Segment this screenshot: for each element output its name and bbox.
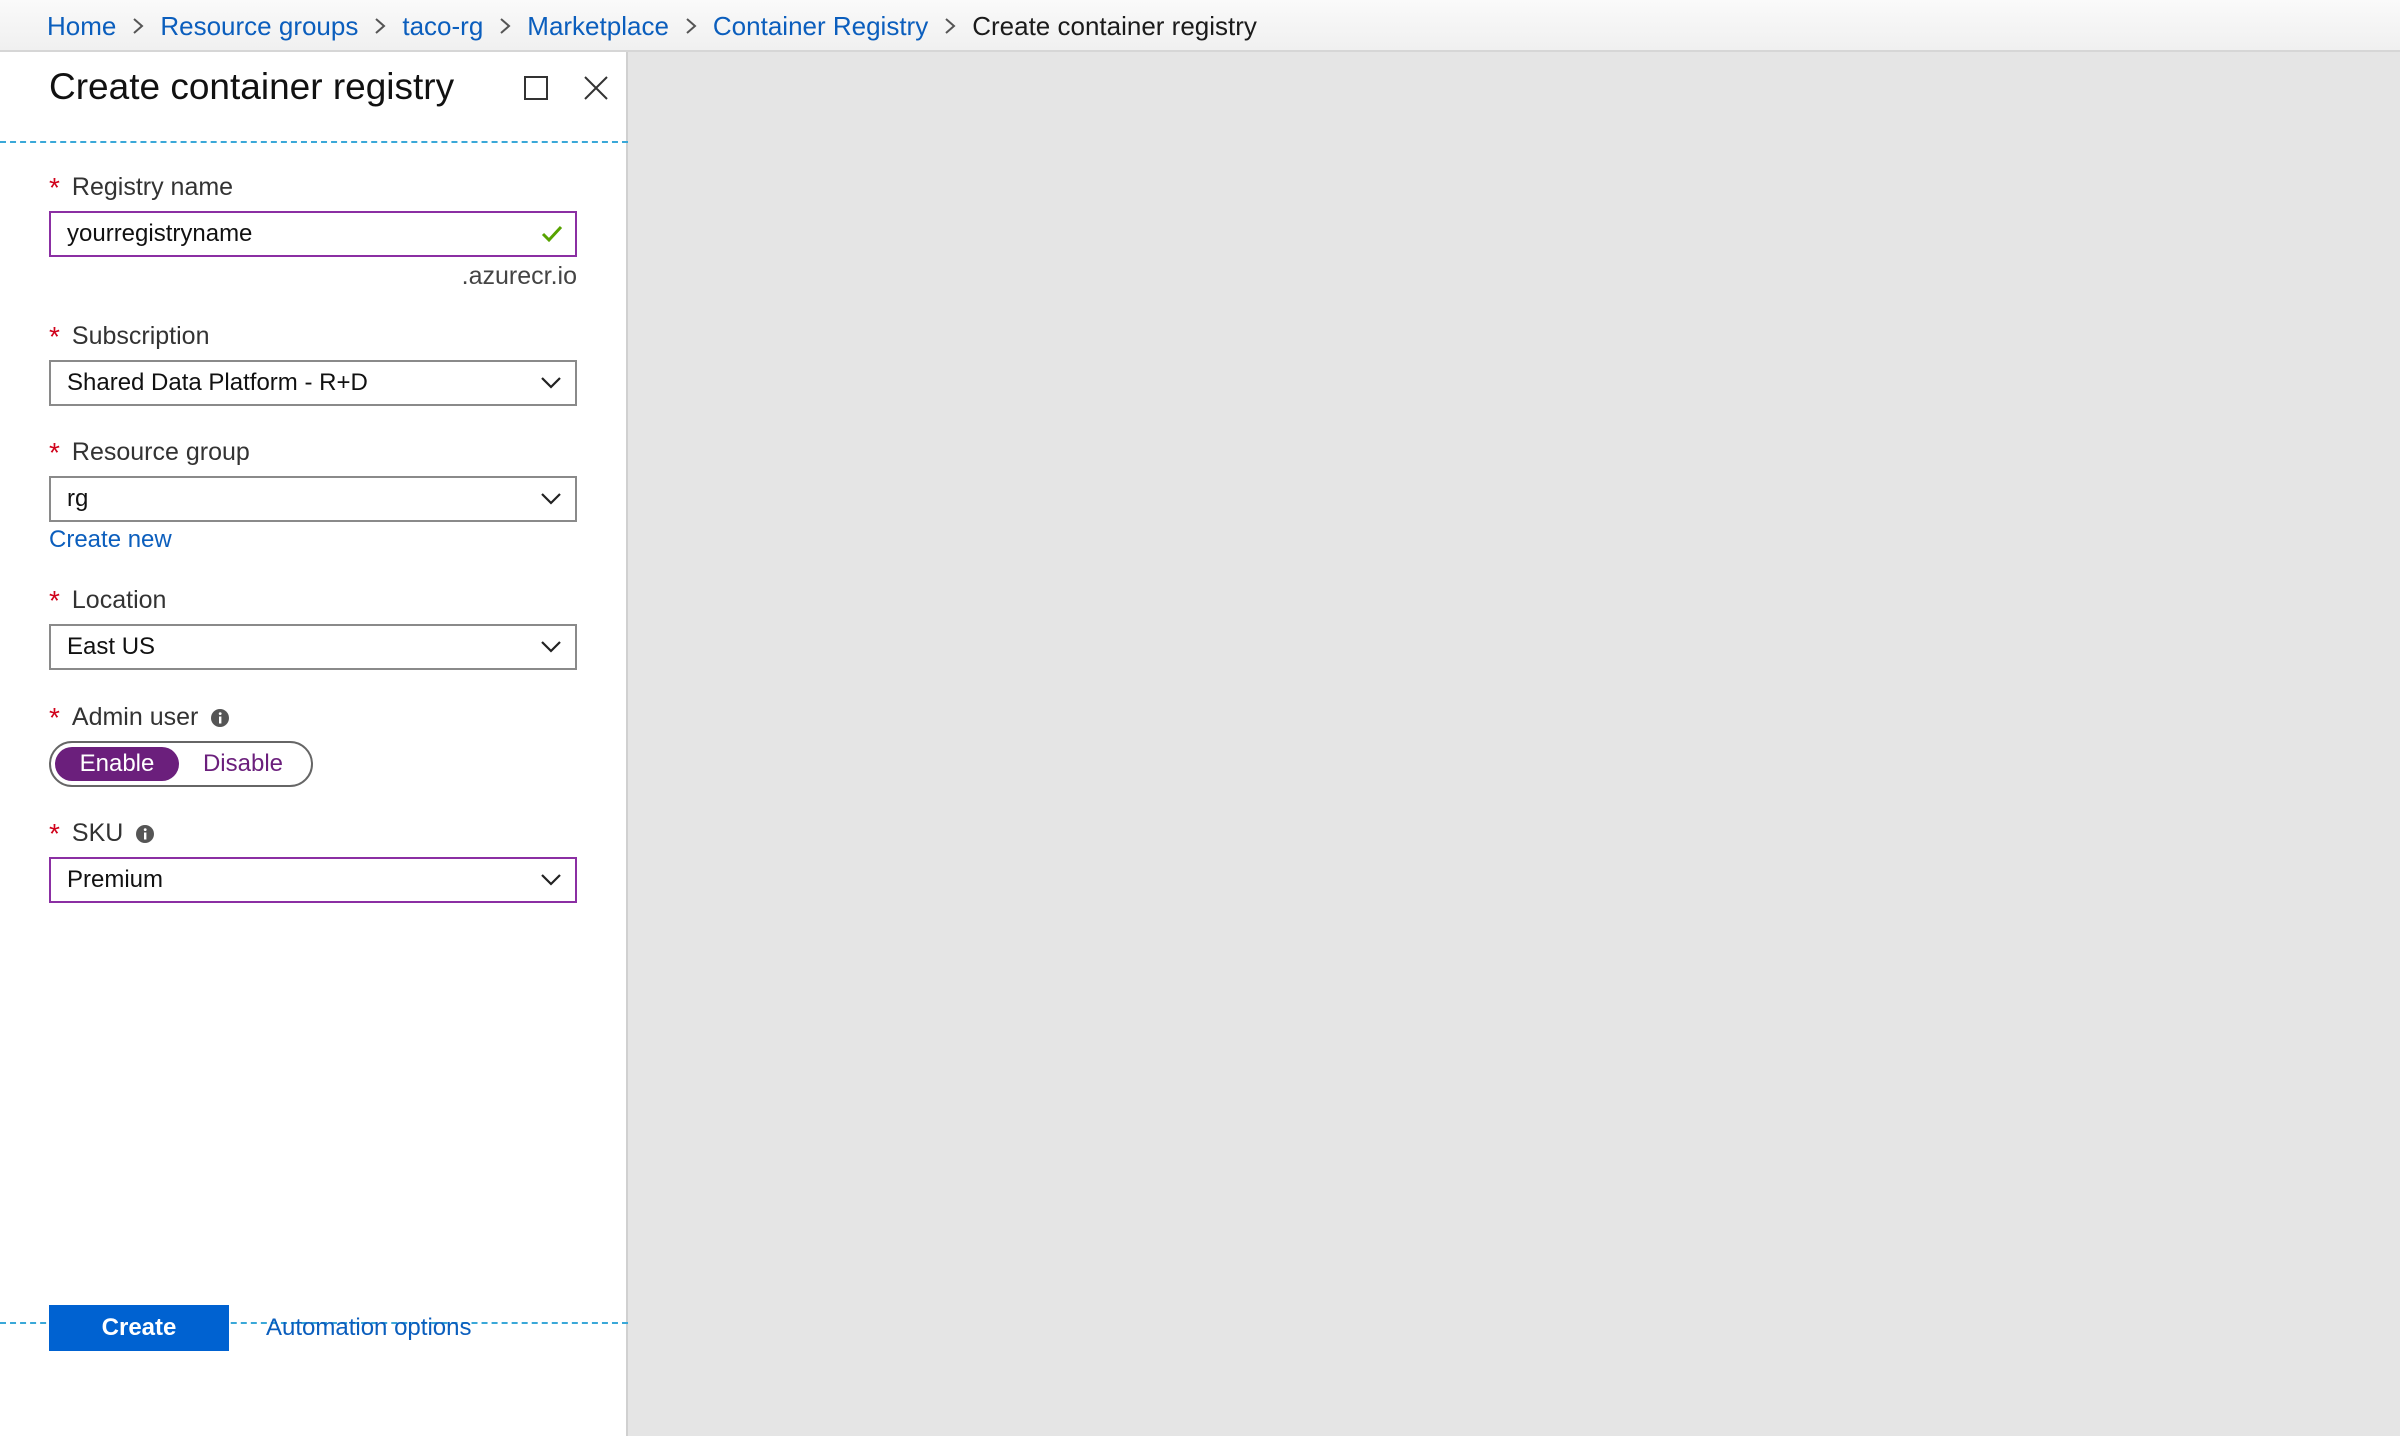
chevron-right-icon — [483, 17, 527, 35]
resource-group-select[interactable]: rg — [49, 476, 577, 522]
create-new-resource-group-link[interactable]: Create new — [49, 526, 172, 554]
location-value: East US — [67, 633, 156, 660]
breadcrumb-container-registry[interactable]: Container Registry — [713, 11, 928, 42]
breadcrumb-home[interactable]: Home — [47, 11, 116, 42]
required-marker: * — [49, 584, 60, 616]
chevron-right-icon — [116, 17, 160, 35]
admin-user-label-text: Admin user — [71, 703, 199, 731]
admin-user-toggle: Enable Disable — [49, 741, 313, 787]
admin-disable-option[interactable]: Disable — [179, 747, 307, 781]
create-button[interactable]: Create — [49, 1305, 229, 1351]
breadcrumb-resource-groups[interactable]: Resource groups — [160, 11, 358, 42]
resource-group-label-text: Resource group — [71, 438, 250, 466]
required-marker: * — [49, 320, 60, 352]
breadcrumb-current: Create container registry — [972, 10, 1257, 41]
blade-title: Create container registry — [49, 66, 455, 107]
required-marker: * — [49, 817, 60, 849]
location-select[interactable]: East US — [49, 624, 577, 670]
registry-name-input[interactable] — [67, 220, 537, 248]
chevron-down-icon — [527, 492, 575, 506]
resource-group-value: rg — [67, 485, 89, 512]
chevron-down-icon — [527, 873, 575, 887]
breadcrumb-taco-rg[interactable]: taco-rg — [402, 11, 483, 42]
required-marker: * — [49, 436, 60, 468]
subscription-value: Shared Data Platform - R+D — [67, 369, 368, 396]
registry-domain-suffix: .azurecr.io — [461, 262, 577, 290]
subscription-select[interactable]: Shared Data Platform - R+D — [49, 360, 577, 406]
resource-group-label: * Resource group — [49, 438, 250, 467]
required-marker: * — [49, 701, 60, 733]
breadcrumb: Home Resource groups taco-rg Marketplace… — [47, 0, 1257, 52]
location-label-text: Location — [71, 586, 167, 614]
registry-name-field[interactable] — [49, 211, 577, 257]
maximize-icon[interactable] — [516, 68, 556, 108]
create-registry-blade: Create container registry * Registry nam… — [0, 52, 628, 1436]
automation-options-link[interactable]: Automation options — [266, 1314, 471, 1342]
chevron-right-icon — [358, 17, 402, 35]
chevron-right-icon — [928, 17, 972, 35]
breadcrumb-marketplace[interactable]: Marketplace — [527, 11, 669, 42]
info-icon[interactable] — [135, 824, 155, 844]
subscription-label: * Subscription — [49, 322, 209, 351]
chevron-down-icon — [527, 376, 575, 390]
chevron-right-icon — [669, 17, 713, 35]
top-bar: Home Resource groups taco-rg Marketplace… — [0, 0, 2400, 52]
checkmark-icon — [537, 219, 567, 249]
sku-label-text: SKU — [71, 819, 124, 847]
registry-name-label-text: Registry name — [71, 173, 234, 201]
header-divider — [0, 141, 628, 143]
sku-value: Premium — [67, 866, 164, 893]
required-marker: * — [49, 171, 60, 203]
location-label: * Location — [49, 586, 166, 615]
close-icon[interactable] — [576, 68, 616, 108]
admin-enable-option[interactable]: Enable — [55, 747, 179, 781]
sku-select[interactable]: Premium — [49, 857, 577, 903]
registry-name-label: * Registry name — [49, 173, 233, 202]
sku-label: * SKU — [49, 819, 155, 848]
subscription-label-text: Subscription — [71, 322, 210, 350]
chevron-down-icon — [527, 640, 575, 654]
info-icon[interactable] — [210, 708, 230, 728]
admin-user-label: * Admin user — [49, 703, 230, 732]
